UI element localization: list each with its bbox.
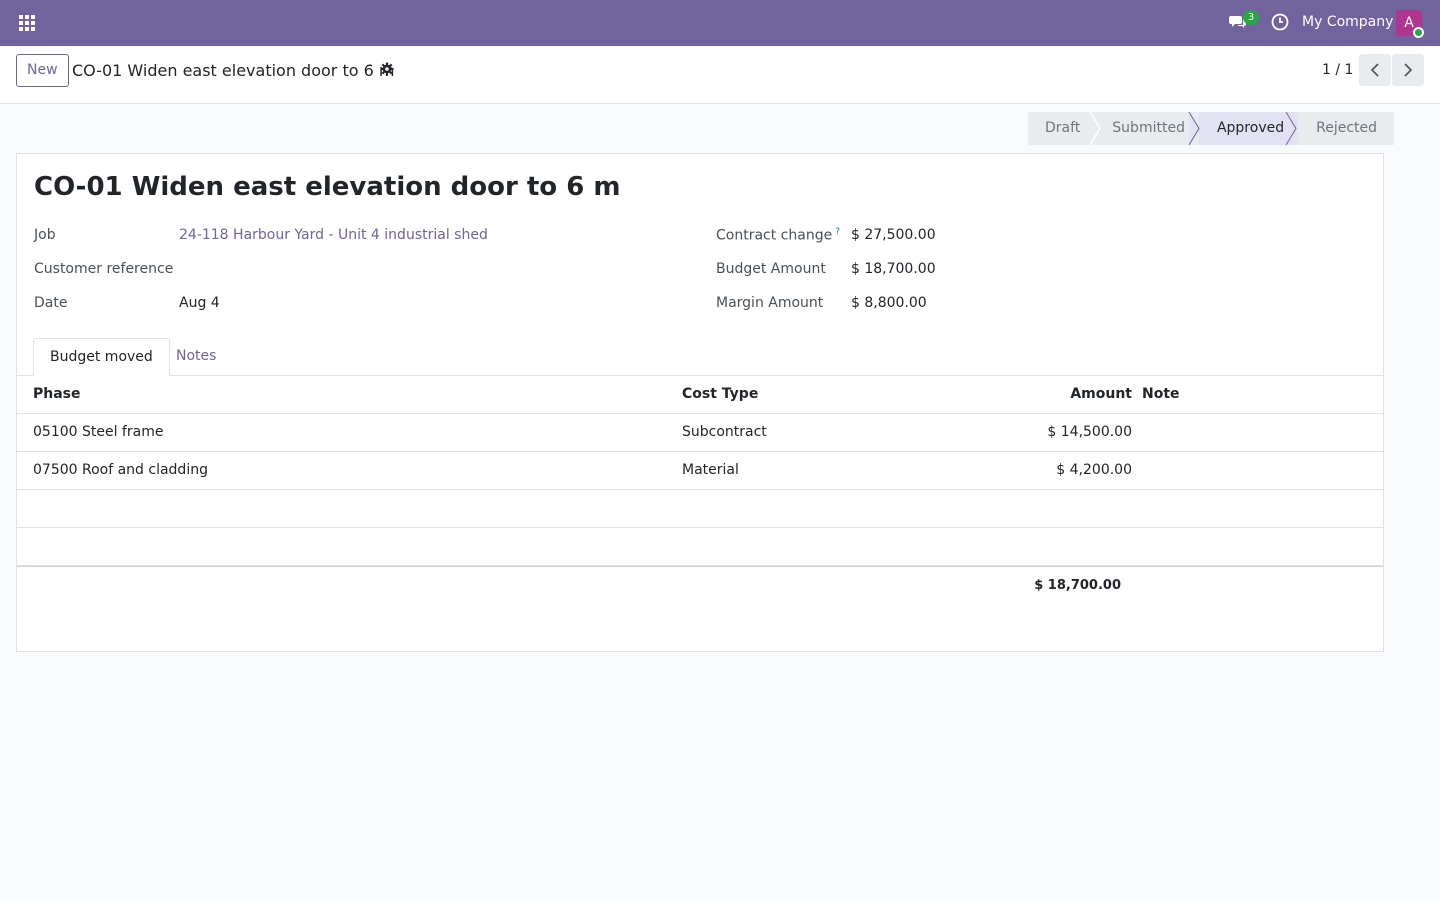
company-switcher[interactable]: My Company [1302, 14, 1393, 30]
budget-amount-value: $ 18,700.00 [851, 261, 936, 277]
chevron-left-icon [1370, 63, 1379, 77]
tab-notes[interactable]: Notes [160, 338, 232, 377]
empty-row [17, 528, 1383, 566]
budget-moved-table: Phase Cost Type Amount Note 05100 Steel … [17, 376, 1383, 604]
date-label: Date [34, 295, 68, 311]
pager-next-button[interactable] [1392, 54, 1424, 86]
tab-budget-moved[interactable]: Budget moved [33, 338, 170, 377]
amount-cell: $ 4,200.00 [1056, 462, 1132, 478]
notebook-tabs: Budget moved Notes [17, 338, 1383, 377]
cost-type-cell: Subcontract [682, 424, 767, 440]
record-title: CO-01 Widen east elevation door to 6 m [34, 172, 621, 202]
contract-change-label-text: Contract change [716, 227, 833, 244]
column-header-cost-type[interactable]: Cost Type [682, 376, 758, 413]
table-row[interactable]: 05100 Steel frame Subcontract $ 14,500.0… [17, 414, 1383, 452]
column-header-phase[interactable]: Phase [33, 376, 81, 413]
messages-button[interactable]: 3 [1226, 10, 1260, 36]
margin-amount-label: Margin Amount [716, 295, 824, 311]
pager-previous-button[interactable] [1359, 54, 1391, 86]
pager-value[interactable]: 1 / 1 [1322, 62, 1353, 78]
table-header-row: Phase Cost Type Amount Note [17, 376, 1383, 414]
cost-type-cell: Material [682, 462, 739, 478]
margin-amount-value: $ 8,800.00 [851, 295, 927, 311]
control-panel: New CO-01 Widen east elevation door to 6… [0, 46, 1440, 104]
messages-count-badge: 3 [1243, 10, 1259, 25]
job-label: Job [34, 227, 56, 243]
column-header-amount[interactable]: Amount [1070, 376, 1132, 413]
customer-reference-label: Customer reference [34, 261, 174, 277]
breadcrumb-title: CO-01 Widen east elevation door to 6 m [72, 61, 395, 80]
budget-amount-label: Budget Amount [716, 261, 826, 277]
gear-icon[interactable] [380, 62, 394, 76]
amount-cell: $ 14,500.00 [1047, 424, 1132, 440]
online-status-dot [1413, 27, 1424, 38]
empty-row [17, 490, 1383, 528]
activity-button[interactable] [1270, 12, 1292, 34]
phase-cell: 07500 Roof and cladding [33, 462, 208, 478]
table-total-row: $ 18,700.00 [17, 566, 1383, 604]
help-tooltip-icon[interactable]: ? [835, 227, 840, 237]
top-navbar [0, 0, 1440, 46]
job-link[interactable]: 24-118 Harbour Yard - Unit 4 industrial … [179, 227, 488, 243]
contract-change-label: Contract change? [716, 227, 840, 244]
column-header-note[interactable]: Note [1142, 376, 1180, 413]
date-value[interactable]: Aug 4 [179, 295, 220, 311]
clock-icon [1271, 13, 1289, 31]
table-row[interactable]: 07500 Roof and cladding Material $ 4,200… [17, 452, 1383, 490]
status-bar-separators [1089, 112, 1297, 145]
phase-cell: 05100 Steel frame [33, 424, 164, 440]
chevron-right-icon [1404, 63, 1413, 77]
form-sheet: CO-01 Widen east elevation door to 6 m J… [16, 153, 1384, 652]
amount-total: $ 18,700.00 [1034, 578, 1121, 593]
contract-change-value: $ 27,500.00 [851, 227, 936, 243]
new-button[interactable]: New [16, 54, 69, 87]
apps-menu-icon[interactable] [12, 8, 42, 38]
